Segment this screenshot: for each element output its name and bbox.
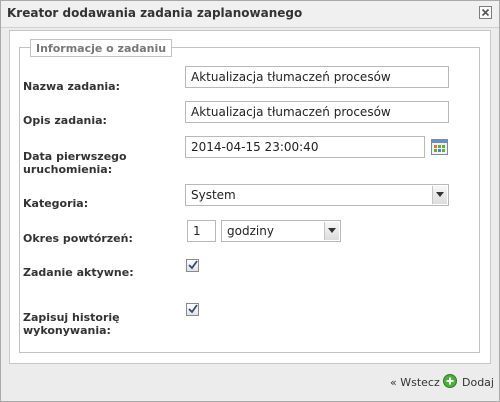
- task-description-input[interactable]: Aktualizacja tłumaczeń procesów: [185, 101, 449, 123]
- calendar-icon: [431, 139, 448, 155]
- close-icon: [481, 8, 490, 17]
- repeat-interval-unit-select[interactable]: godziny: [221, 220, 341, 242]
- repeat-interval-label: Okres powtórzeń:: [23, 232, 133, 245]
- chevron-down-icon: [328, 228, 336, 233]
- task-active-label: Zadanie aktywne:: [23, 266, 134, 279]
- add-button-label: Dodaj: [462, 376, 494, 389]
- save-history-checkbox[interactable]: [186, 303, 199, 316]
- checkmark-icon: [188, 304, 198, 314]
- checkmark-icon: [188, 260, 198, 270]
- category-label: Kategoria:: [23, 197, 89, 210]
- category-dropdown-arrow: [432, 186, 447, 204]
- task-description-label: Opis zadania:: [23, 114, 107, 127]
- dialog-title: Kreator dodawania zadania zaplanowanego: [7, 6, 303, 20]
- save-history-label: Zapisuj historię wykonywania:: [23, 311, 120, 337]
- close-button[interactable]: [479, 6, 492, 19]
- dialog-titlebar: Kreator dodawania zadania zaplanowanego: [1, 1, 499, 28]
- calendar-button[interactable]: [431, 139, 448, 155]
- repeat-interval-amount-input[interactable]: 1: [187, 220, 216, 242]
- category-select[interactable]: System: [185, 184, 449, 206]
- task-name-input[interactable]: Aktualizacja tłumaczeń procesów: [185, 66, 449, 88]
- category-select-value: System: [191, 188, 236, 202]
- back-link[interactable]: « Wstecz: [390, 376, 440, 389]
- plus-circle-icon: [443, 374, 457, 388]
- task-info-legend: Informacje o zadaniu: [30, 39, 173, 57]
- chevron-down-icon: [436, 192, 444, 197]
- repeat-unit-dropdown-arrow: [324, 222, 339, 240]
- repeat-interval-unit-value: godziny: [227, 224, 274, 238]
- task-active-checkbox[interactable]: [186, 259, 199, 272]
- task-name-label: Nazwa zadania:: [23, 80, 120, 93]
- first-run-date-label: Data pierwszego uruchomienia:: [23, 150, 127, 176]
- scheduled-task-wizard-dialog: Kreator dodawania zadania zaplanowanego …: [0, 0, 500, 402]
- first-run-date-input[interactable]: 2014-04-15 23:00:40: [185, 136, 425, 158]
